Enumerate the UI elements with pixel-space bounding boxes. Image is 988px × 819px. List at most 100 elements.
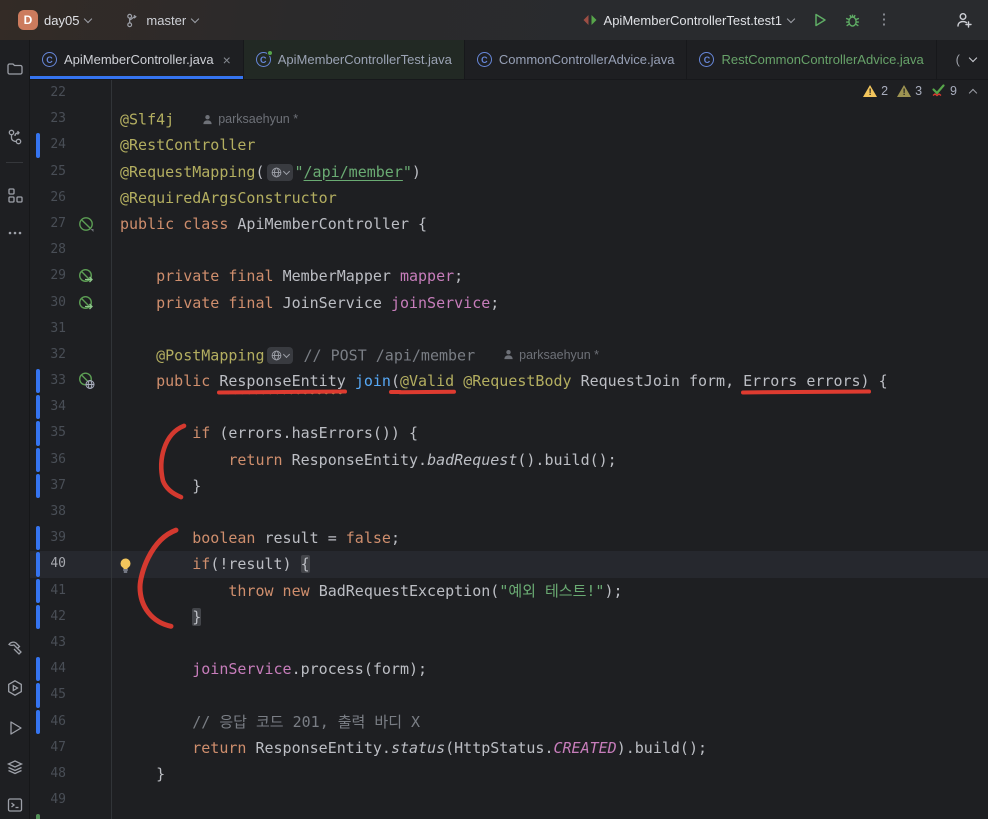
tab-list-chevron-icon[interactable] (968, 53, 978, 63)
inspections-widget[interactable]: ! 2 ! 3 9 (863, 83, 978, 98)
line-number[interactable]: 22 (30, 80, 66, 106)
line-number[interactable]: 44 (30, 656, 66, 682)
bean-arrow-gutter-icon[interactable] (78, 267, 96, 285)
bean-arrow-gutter-icon[interactable] (78, 294, 96, 312)
line-number[interactable]: 38 (30, 499, 66, 525)
code-line[interactable]: 28 (30, 237, 988, 264)
code-text[interactable] (112, 316, 988, 342)
code-text[interactable]: @Slf4j parksaehyun * (112, 106, 988, 132)
code-text[interactable]: } (112, 604, 988, 630)
url-mapping-inlay[interactable] (266, 347, 293, 365)
code-editor[interactable]: 22 23 @Slf4j parksaehyun * 24 @RestController… (30, 80, 988, 819)
line-number[interactable]: 37 (30, 473, 66, 499)
code-line[interactable]: 44 joinService.process(form); (30, 656, 988, 683)
debug-button[interactable] (838, 6, 866, 34)
code-line[interactable]: 22 (30, 80, 988, 107)
code-line[interactable]: 46 // 응답 코드 201, 출력 바디 X (30, 708, 988, 735)
line-number[interactable]: 30 (30, 290, 66, 316)
tab-commoncontrolleradvice[interactable]: C CommonControllerAdvice.java (465, 40, 688, 79)
tab-apimembercontroller[interactable]: C ApiMemberController.java × (30, 40, 244, 79)
code-text[interactable] (112, 630, 988, 656)
build-tool-button[interactable] (0, 633, 29, 663)
line-number[interactable]: 49 (30, 787, 66, 813)
bean-gutter-icon[interactable] (78, 215, 96, 233)
line-number[interactable]: 33 (30, 368, 66, 394)
code-text[interactable] (112, 787, 988, 813)
code-text[interactable]: throw new BadRequestException("예외 테스트!")… (112, 578, 988, 604)
line-number[interactable]: 32 (30, 342, 66, 368)
code-text[interactable] (112, 80, 988, 106)
warnings-count[interactable]: ! 2 (863, 84, 888, 98)
structure-tool-button[interactable] (0, 180, 29, 210)
code-text[interactable] (112, 237, 988, 263)
code-line[interactable]: 24 @RestController (30, 132, 988, 159)
code-line[interactable]: 38 (30, 499, 988, 526)
code-text[interactable]: } (112, 761, 988, 787)
code-line[interactable]: 25 @RequestMapping("/api/member") (30, 158, 988, 185)
line-number[interactable]: 36 (30, 447, 66, 473)
more-actions-button[interactable]: ⋮ (870, 6, 898, 34)
code-line[interactable]: 32 @PostMapping // POST /api/member parks… (30, 341, 988, 369)
bean-globe-gutter-icon[interactable] (78, 372, 96, 390)
code-line[interactable]: 40 if(!result) { (30, 551, 988, 578)
line-number[interactable]: 50 (30, 813, 66, 819)
line-number[interactable]: 29 (30, 263, 66, 289)
code-line[interactable]: 42 } (30, 603, 988, 630)
code-text[interactable]: } (112, 473, 988, 499)
code-text[interactable]: @PostMapping // POST /api/member parksaeh… (112, 342, 988, 368)
code-text[interactable]: @RequiredArgsConstructor (112, 185, 988, 211)
code-text[interactable]: private final MemberMapper mapper; (112, 263, 988, 289)
weak-warnings-count[interactable]: ! 3 (897, 84, 922, 98)
code-text[interactable]: return ResponseEntity.status(HttpStatus.… (112, 735, 988, 761)
code-line[interactable]: 26 @RequiredArgsConstructor (30, 184, 988, 211)
code-text[interactable]: @RestController (112, 132, 988, 158)
code-line[interactable]: 41 throw new BadRequestException("예외 테스트… (30, 577, 988, 604)
code-author-hint[interactable]: parksaehyun * (202, 106, 298, 132)
url-mapping-inlay[interactable] (266, 163, 293, 181)
code-line[interactable]: 43 (30, 629, 988, 657)
code-line[interactable]: 31 (30, 315, 988, 342)
code-text[interactable]: private final JoinService joinService; (112, 290, 988, 316)
code-author-hint[interactable]: parksaehyun * (503, 342, 599, 368)
code-line[interactable]: 27 public class ApiMemberController { (30, 210, 988, 238)
line-number[interactable]: 26 (30, 185, 66, 211)
code-text[interactable]: joinService.process(form); (112, 656, 988, 682)
code-line[interactable]: 37 } (30, 472, 988, 499)
code-with-me-button[interactable] (950, 6, 978, 34)
typos-count[interactable]: 9 (931, 83, 957, 98)
code-line[interactable]: 45 (30, 682, 988, 709)
tab-apimembercontrollertest[interactable]: C ApiMemberControllerTest.java (243, 40, 465, 79)
code-text[interactable]: // 응답 코드 201, 출력 바디 X (112, 709, 988, 735)
code-line[interactable]: 35 if (errors.hasErrors()) { (30, 420, 988, 447)
line-number[interactable]: 46 (30, 709, 66, 735)
line-number[interactable]: 35 (30, 420, 66, 446)
code-line[interactable]: 36 return ResponseEntity.badRequest().bu… (30, 446, 988, 473)
code-line[interactable]: 34 (30, 394, 988, 421)
code-line[interactable]: 39 boolean result = false; (30, 525, 988, 552)
line-number[interactable]: 31 (30, 316, 66, 342)
line-number[interactable]: 47 (30, 735, 66, 761)
more-tool-windows-button[interactable] (0, 218, 29, 248)
line-number[interactable]: 42 (30, 604, 66, 630)
code-text[interactable]: boolean result = false; (112, 525, 988, 551)
code-line[interactable]: 33 public ResponseEntity join(@Valid @Re… (30, 368, 988, 395)
code-line[interactable]: 29 private final MemberMapper mapper; (30, 263, 988, 290)
branch-widget[interactable]: master (117, 9, 206, 32)
code-line[interactable]: 48 } (30, 760, 988, 788)
line-number[interactable]: 28 (30, 237, 66, 263)
code-line[interactable]: 30 private final JoinService joinService… (30, 289, 988, 316)
code-line[interactable]: 23 @Slf4j parksaehyun * (30, 106, 988, 133)
code-text[interactable]: if (errors.hasErrors()) { (112, 420, 988, 446)
line-number[interactable]: 41 (30, 578, 66, 604)
run-tool-button[interactable] (0, 713, 29, 743)
code-line[interactable]: 50 (30, 813, 988, 819)
code-text[interactable]: public class ApiMemberController { (112, 211, 988, 237)
services-tool-button[interactable] (0, 673, 29, 703)
tab-restcommoncontrolleradvice[interactable]: C RestCommonControllerAdvice.java (687, 40, 937, 79)
terminal-tool-button[interactable] (0, 790, 29, 819)
line-number[interactable]: 34 (30, 394, 66, 420)
close-icon[interactable]: × (223, 53, 231, 67)
code-text[interactable] (112, 499, 988, 525)
run-configuration-selector[interactable]: ApiMemberControllerTest.test1 (574, 9, 802, 32)
code-line[interactable]: 47 return ResponseEntity.status(HttpStat… (30, 734, 988, 761)
